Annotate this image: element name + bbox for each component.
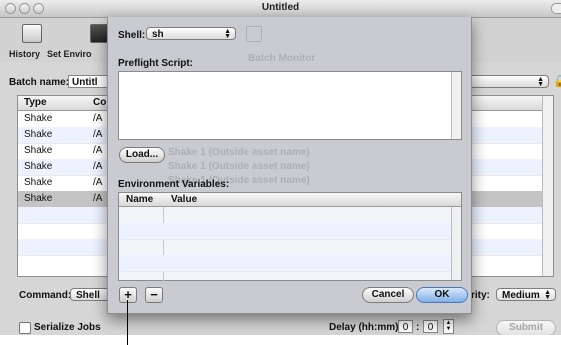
- add-variable-button[interactable]: +: [119, 287, 137, 303]
- cell-type: Shake: [24, 113, 53, 124]
- column-header-type[interactable]: Type: [24, 97, 47, 108]
- env-table-scrollbar[interactable]: [451, 207, 461, 280]
- command-label: Command:: [19, 290, 72, 301]
- batch-name-label: Batch name:: [9, 77, 70, 88]
- ghost-icon: [246, 26, 262, 42]
- toolbar-toggle-icon[interactable]: [551, 3, 561, 14]
- history-icon: [22, 24, 42, 43]
- ghost-text: Shake 1 (Outside asset name): [168, 161, 310, 172]
- delay-stepper[interactable]: ▲ ▼: [443, 319, 454, 334]
- cell-type: Shake: [24, 177, 53, 188]
- load-button[interactable]: Load...: [119, 147, 165, 163]
- serialize-jobs-label: Serialize Jobs: [34, 322, 101, 333]
- window-title: Untitled: [261, 2, 300, 13]
- empty-row: [119, 223, 461, 240]
- cell-type: Shake: [24, 129, 53, 140]
- delay-minutes-field[interactable]: 0: [423, 320, 438, 333]
- cell-command: /A: [93, 145, 103, 156]
- delay-label: Delay (hh:mm):: [329, 322, 402, 333]
- ok-button[interactable]: OK: [416, 287, 468, 303]
- priority-label: rity:: [471, 290, 490, 301]
- submit-button[interactable]: Submit: [496, 320, 556, 335]
- environment-variables-table: Name Value: [118, 192, 462, 281]
- command-popup[interactable]: Shell: [70, 288, 110, 301]
- updown-arrows-icon: ▲ ▼: [544, 289, 551, 301]
- cell-type: Shake: [24, 193, 53, 204]
- shell-value: sh: [152, 29, 164, 40]
- priority-value: Medium: [502, 290, 540, 301]
- preflight-script-textarea[interactable]: [118, 71, 462, 140]
- callout-line: [127, 300, 128, 345]
- preflight-script-label: Preflight Script:: [118, 58, 194, 69]
- cancel-button[interactable]: Cancel: [362, 287, 414, 303]
- cell-command: /A: [93, 193, 103, 204]
- shell-label: Shell:: [118, 30, 146, 41]
- preflight-scrollbar[interactable]: [451, 72, 461, 139]
- shell-popup[interactable]: sh ▲ ▼: [146, 27, 236, 40]
- cell-type: Shake: [24, 145, 53, 156]
- updown-arrows-icon: ▲ ▼: [224, 28, 231, 40]
- delay-hours-field[interactable]: 0: [398, 320, 413, 333]
- column-header-name[interactable]: Name: [126, 194, 153, 205]
- ghost-text: Shake 1 (Outside asset name): [168, 147, 310, 158]
- ghost-text: Batch Monitor: [248, 53, 316, 64]
- batch-name-field[interactable]: Untitl: [68, 75, 110, 88]
- environment-sheet: Batch Monitor Shake 1 (Outside asset nam…: [107, 17, 472, 314]
- env-table-header: Name Value: [119, 193, 461, 207]
- cell-command: /A: [93, 129, 103, 140]
- lock-icon[interactable]: 🔓: [553, 75, 561, 88]
- cell-command: /A: [93, 113, 103, 124]
- batch-table-scrollbar[interactable]: [542, 96, 553, 276]
- cell-command: /A: [93, 177, 103, 188]
- column-header-command[interactable]: Co: [93, 97, 106, 108]
- column-header-value[interactable]: Value: [171, 194, 197, 205]
- remove-variable-button[interactable]: −: [145, 287, 163, 303]
- serialize-jobs-checkbox[interactable]: [19, 322, 31, 334]
- title-bar: Untitled: [0, 0, 561, 18]
- batch-type-popup[interactable]: ▲ ▼: [465, 75, 549, 88]
- cell-type: Shake: [24, 161, 53, 172]
- cell-command: /A: [93, 161, 103, 172]
- set-environment-label: Set Enviro: [47, 49, 92, 59]
- environment-variables-label: Environment Variables:: [118, 179, 230, 190]
- empty-row: [119, 255, 461, 272]
- priority-popup[interactable]: Medium ▲ ▼: [496, 288, 556, 301]
- updown-arrows-icon: ▲ ▼: [537, 76, 544, 88]
- history-label: History: [9, 49, 41, 59]
- delay-separator: :: [416, 322, 420, 333]
